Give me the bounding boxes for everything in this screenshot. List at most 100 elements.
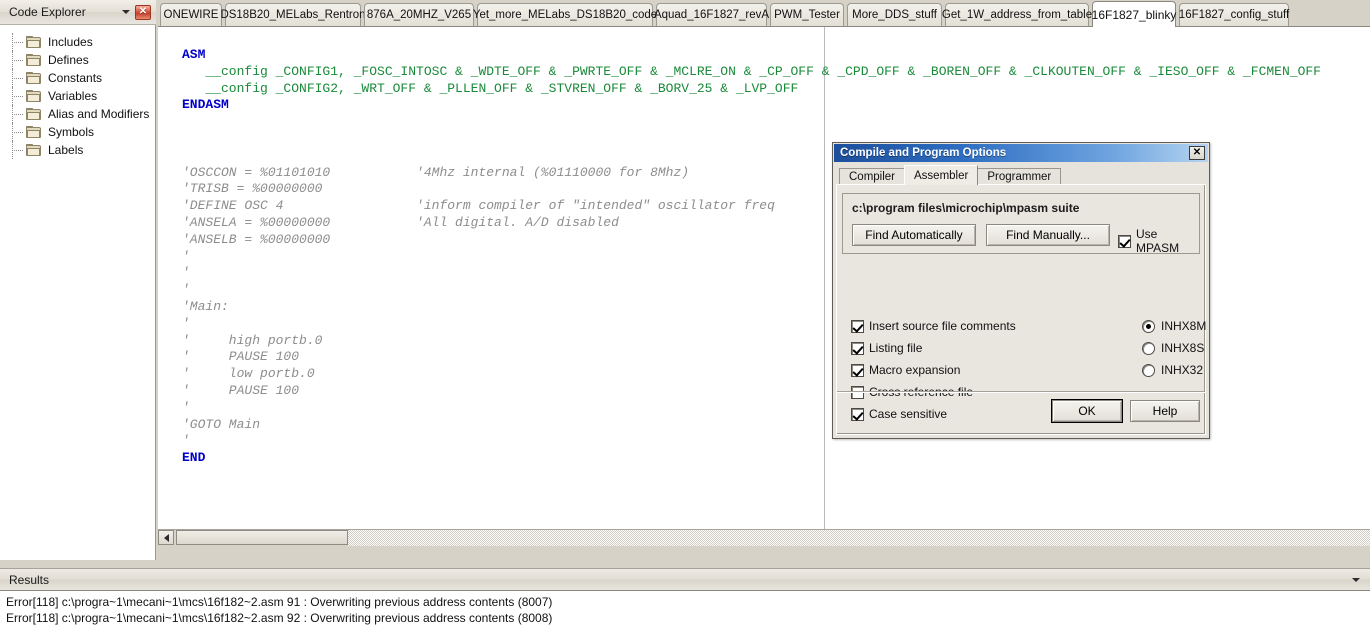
tree-item-variables[interactable]: Variables xyxy=(0,87,155,105)
checkbox-label: Macro expansion xyxy=(869,363,960,377)
document-tab-label: Get_1W_address_from_table xyxy=(942,9,1092,21)
checkbox-listing-file[interactable]: Listing file xyxy=(851,337,1016,359)
button-label: Help xyxy=(1153,404,1178,418)
tree-item-label: Labels xyxy=(48,143,83,157)
tab-compiler[interactable]: Compiler xyxy=(839,168,905,185)
folder-icon xyxy=(26,108,42,121)
results-line[interactable]: Error[118] c:\progra~1\mecani~1\mcs\16f1… xyxy=(0,610,1370,626)
checkbox-box[interactable] xyxy=(851,408,864,421)
scrollbar-track[interactable] xyxy=(348,530,1370,546)
editor-horizontal-scrollbar[interactable] xyxy=(158,529,1370,545)
checkbox-label: Insert source file comments xyxy=(869,319,1016,333)
radio-inhx32[interactable]: INHX32 xyxy=(1142,359,1206,381)
checkbox-label: Case sensitive xyxy=(869,407,947,421)
tree-item-label: Alias and Modifiers xyxy=(48,107,149,121)
ok-button[interactable]: OK xyxy=(1052,400,1122,422)
tree-branch-icon xyxy=(12,33,26,51)
document-tab[interactable]: 876A_20MHZ_V265 xyxy=(364,3,474,26)
document-tab[interactable]: DS18B20_MELabs_Rentron xyxy=(225,3,361,26)
checkbox-insert-source-file-comments[interactable]: Insert source file comments xyxy=(851,315,1016,337)
document-tab-bar: ONEWIREDS18B20_MELabs_Rentron876A_20MHZ_… xyxy=(158,0,1370,27)
application-window: Code Explorer ✕ Includes Defines Constan… xyxy=(0,0,1370,635)
folder-icon xyxy=(26,144,42,157)
tree-item-labels[interactable]: Labels xyxy=(0,141,155,159)
radio-label: INHX32 xyxy=(1161,363,1203,377)
radio-inhx8m[interactable]: INHX8M xyxy=(1142,315,1206,337)
tree-item-label: Variables xyxy=(48,89,97,103)
tree-item-label: Defines xyxy=(48,53,89,67)
document-tab[interactable]: PWM_Tester xyxy=(770,3,844,26)
checkbox-macro-expansion[interactable]: Macro expansion xyxy=(851,359,1016,381)
document-tab[interactable]: 16F1827_config_stuff xyxy=(1179,3,1289,26)
document-tab[interactable]: Yet_more_MELabs_DS18B20_code xyxy=(477,3,653,26)
checkbox-box[interactable] xyxy=(851,320,864,333)
folder-icon xyxy=(26,54,42,67)
checkbox-box[interactable] xyxy=(851,342,864,355)
dialog-title: Compile and Program Options xyxy=(840,147,1189,159)
arrow-left-icon[interactable] xyxy=(158,530,174,545)
tree-branch-icon xyxy=(12,123,26,141)
hex-format-radio-group: INHX8M INHX8S INHX32 xyxy=(1142,315,1206,381)
find-automatically-button[interactable]: Find Automatically xyxy=(852,224,976,246)
results-list[interactable]: Error[118] c:\progra~1\mecani~1\mcs\16f1… xyxy=(0,590,1370,635)
tree-item-symbols[interactable]: Symbols xyxy=(0,123,155,141)
tree-branch-icon xyxy=(12,51,26,69)
button-label: Find Manually... xyxy=(1006,228,1090,242)
document-tab-label: PWM_Tester xyxy=(774,9,840,21)
assembler-path-group: c:\program files\microchip\mpasm suite F… xyxy=(842,193,1200,254)
document-tab-label: Aquad_16F1827_revA xyxy=(654,9,769,21)
tree-item-label: Constants xyxy=(48,71,102,85)
tree-item-defines[interactable]: Defines xyxy=(0,51,155,69)
code-line: __config _CONFIG1, _FOSC_INTOSC & _WDTE_… xyxy=(182,64,1370,81)
chevron-down-icon[interactable] xyxy=(119,2,133,22)
document-tab-label: Yet_more_MELabs_DS18B20_code xyxy=(473,9,657,21)
results-header: Results xyxy=(0,568,1370,590)
dialog-separator xyxy=(837,391,1205,393)
checkbox-box[interactable] xyxy=(1118,235,1131,248)
tree-item-includes[interactable]: Includes xyxy=(0,33,155,51)
dialog-title-bar[interactable]: Compile and Program Options ✕ xyxy=(834,144,1208,162)
document-tab[interactable]: 16F1827_blinky xyxy=(1092,1,1176,27)
checkbox-case-sensitive[interactable]: Case sensitive xyxy=(851,403,1016,425)
folder-icon xyxy=(26,36,42,49)
dialog-tab-strip: Compiler Assembler Programmer xyxy=(839,166,1060,185)
tab-assembler[interactable]: Assembler xyxy=(904,165,978,185)
button-label: OK xyxy=(1078,404,1095,418)
radio-button[interactable] xyxy=(1142,320,1155,333)
checkbox-box[interactable] xyxy=(851,364,864,377)
use-mpasm-checkbox[interactable]: Use MPASM xyxy=(1118,227,1199,255)
document-tab[interactable]: Get_1W_address_from_table xyxy=(945,3,1089,26)
help-button[interactable]: Help xyxy=(1130,400,1200,422)
chevron-down-icon[interactable] xyxy=(1352,578,1360,582)
document-tab-label: More_DDS_stuff xyxy=(852,9,937,21)
close-icon[interactable]: ✕ xyxy=(135,5,151,20)
tree-item-alias-and-modifiers[interactable]: Alias and Modifiers xyxy=(0,105,155,123)
tab-label: Compiler xyxy=(849,171,895,183)
results-title: Results xyxy=(9,573,1352,587)
radio-inhx8s[interactable]: INHX8S xyxy=(1142,337,1206,359)
folder-icon xyxy=(26,126,42,139)
results-line[interactable]: Error[118] c:\progra~1\mecani~1\mcs\16f1… xyxy=(0,594,1370,610)
document-tab[interactable]: Aquad_16F1827_revA xyxy=(656,3,767,26)
tree-branch-icon xyxy=(12,105,26,123)
scrollbar-thumb[interactable] xyxy=(176,530,348,545)
assembler-options-checkbox-group: Insert source file comments Listing file… xyxy=(851,315,1016,425)
tab-label: Assembler xyxy=(914,170,968,182)
code-explorer-title: Code Explorer xyxy=(9,5,119,19)
code-explorer-tree: Includes Defines Constants Variables Ali xyxy=(0,25,155,560)
tree-item-label: Includes xyxy=(48,35,93,49)
checkbox-label: Listing file xyxy=(869,341,922,355)
assembler-path-value: c:\program files\microchip\mpasm suite xyxy=(852,201,1079,215)
close-icon[interactable]: ✕ xyxy=(1189,146,1205,160)
tree-branch-icon xyxy=(12,87,26,105)
document-tab-label: 16F1827_config_stuff xyxy=(1179,9,1289,21)
radio-button[interactable] xyxy=(1142,342,1155,355)
document-tab[interactable]: ONEWIRE xyxy=(160,3,222,26)
tab-programmer[interactable]: Programmer xyxy=(977,168,1061,185)
tree-item-constants[interactable]: Constants xyxy=(0,69,155,87)
radio-button[interactable] xyxy=(1142,364,1155,377)
document-tab[interactable]: More_DDS_stuff xyxy=(847,3,942,26)
code-explorer-header: Code Explorer ✕ xyxy=(0,0,156,25)
find-manually-button[interactable]: Find Manually... xyxy=(986,224,1110,246)
checkbox-label: Use MPASM xyxy=(1136,227,1199,255)
